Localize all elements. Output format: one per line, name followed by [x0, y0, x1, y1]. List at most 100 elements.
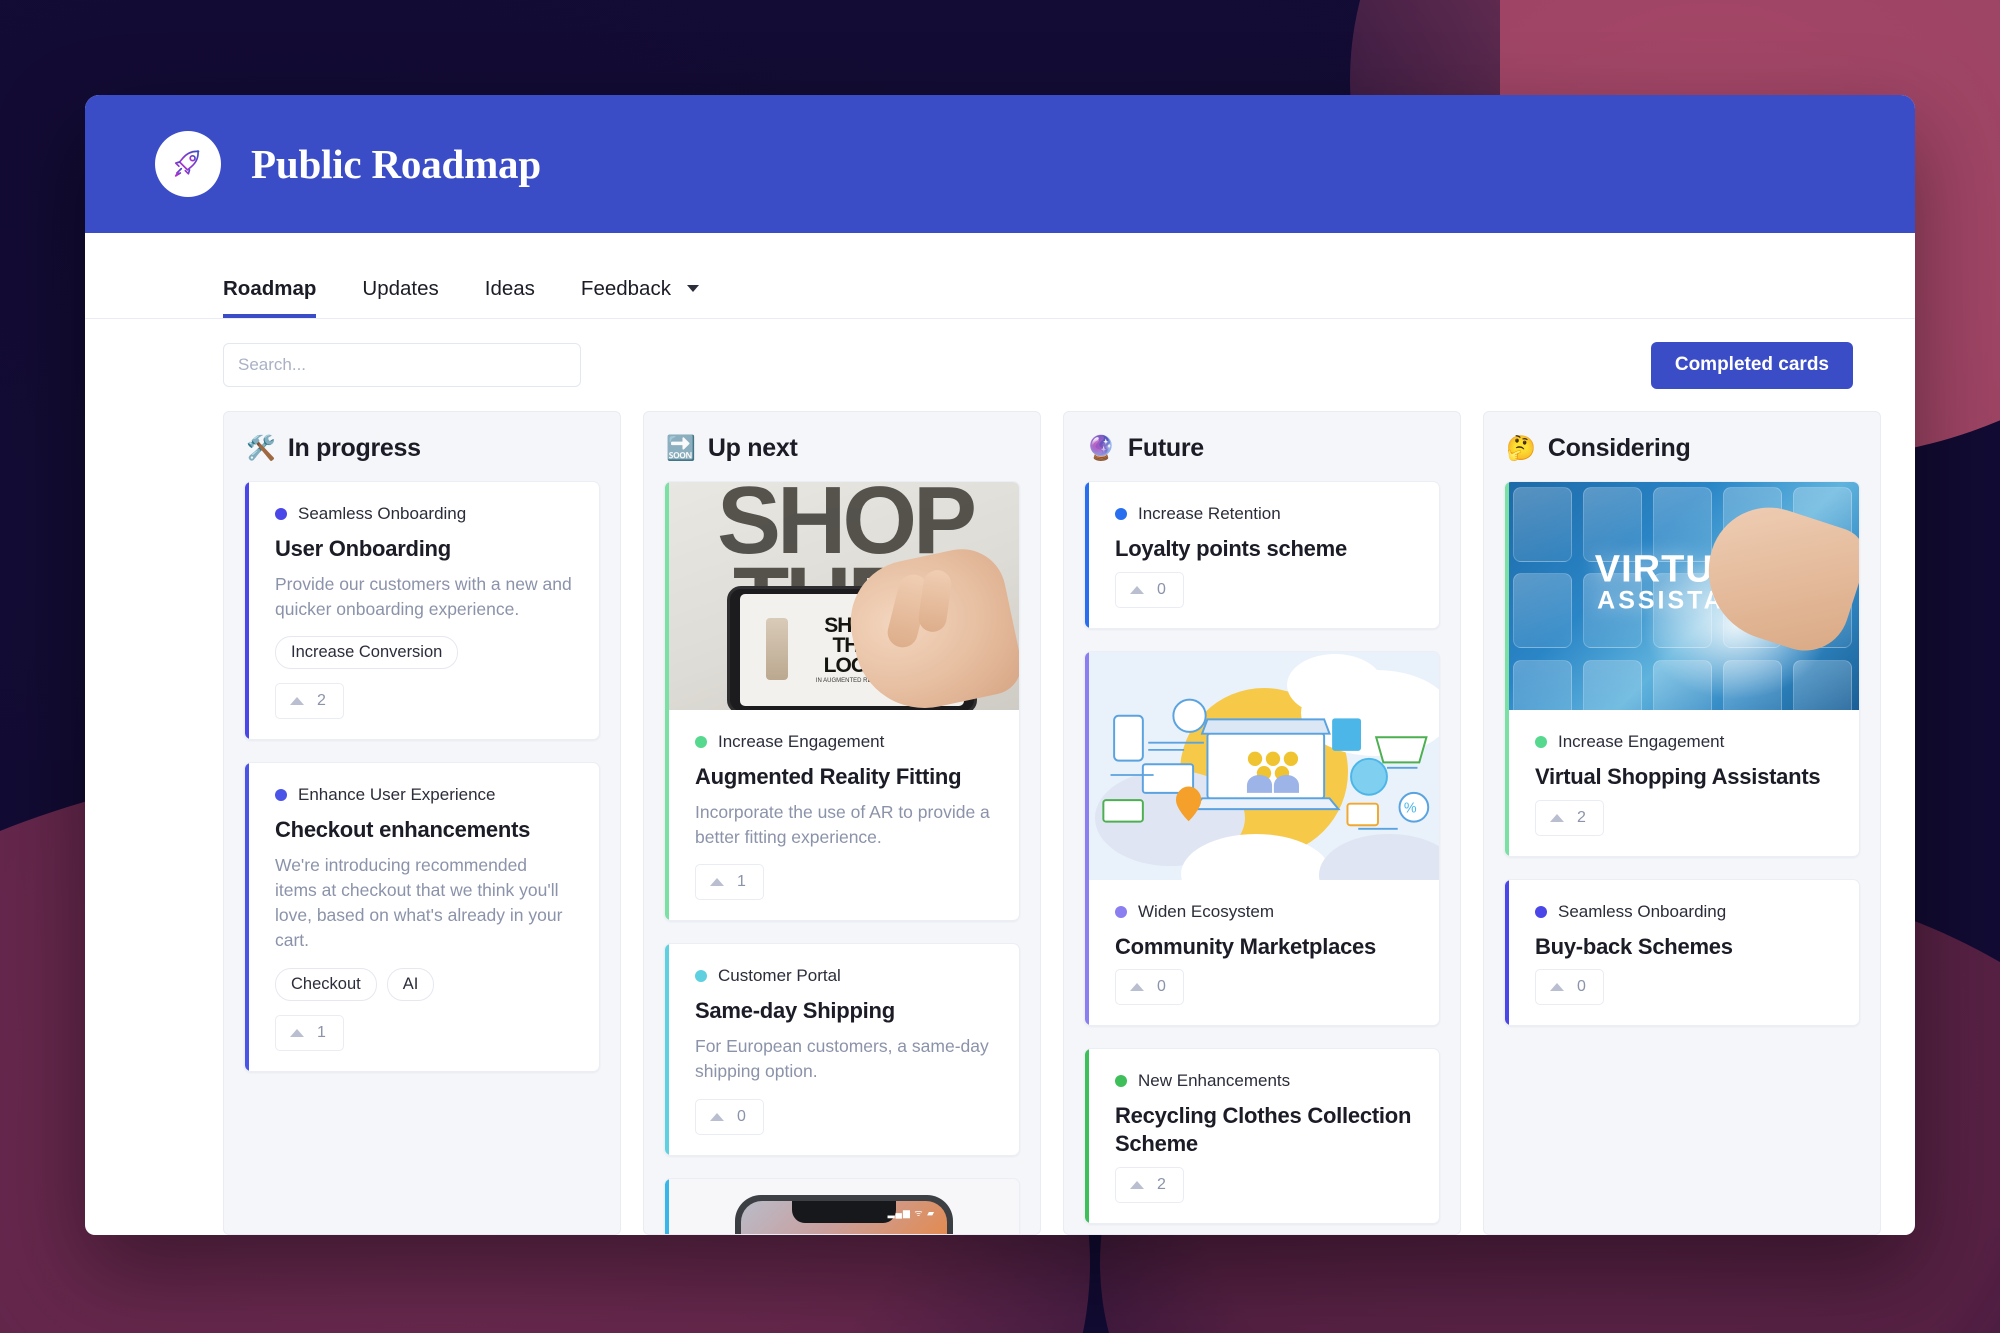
- category-label: Widen Ecosystem: [1138, 901, 1275, 921]
- category-label: Increase Retention: [1138, 504, 1281, 523]
- page-title: Public Roadmap: [251, 141, 541, 187]
- column-header: 🤔 Considering: [1484, 412, 1880, 475]
- upvote-button[interactable]: 0: [1115, 571, 1184, 608]
- category-dot-icon: [1115, 1075, 1127, 1088]
- card-tag[interactable]: AI: [386, 967, 435, 1001]
- card-category: Increase Engagement: [695, 732, 993, 752]
- board-column: 🤔 Considering VIRTUAL ASSISTANT Increase …: [1483, 411, 1881, 1235]
- upvote-arrow-icon: [1130, 983, 1144, 992]
- upvote-button[interactable]: 1: [275, 1014, 344, 1051]
- category-label: Increase Engagement: [718, 732, 885, 751]
- tab-updates-label: Updates: [362, 277, 439, 300]
- card-image-shop-the-look: SHOP THE SHOPTHELOOK IN AUGMENTED REALIT…: [669, 482, 1019, 710]
- card-category: Increase Engagement: [1535, 732, 1833, 752]
- tab-roadmap-label: Roadmap: [223, 277, 317, 300]
- card-title: Buy-back Schemes: [1535, 933, 1733, 959]
- main-nav: Roadmap Updates Ideas Feedback: [85, 233, 1915, 319]
- card-description: Provide our customers with a new and qui…: [275, 573, 572, 619]
- category-label: Seamless Onboarding: [1558, 901, 1727, 921]
- roadmap-card[interactable]: Increase Retention Loyalty points scheme…: [1084, 481, 1440, 629]
- category-dot-icon: [1115, 905, 1127, 918]
- roadmap-card[interactable]: VIRTUAL ASSISTANT Increase Engagement Vir…: [1504, 481, 1860, 857]
- card-body: Increase Engagement Augmented Reality Fi…: [665, 710, 1019, 920]
- upvote-count: 1: [737, 873, 746, 891]
- card-body: Seamless Onboarding User Onboarding Provi…: [245, 482, 599, 739]
- search-input[interactable]: [223, 343, 581, 387]
- card-description: We're introducing recommended items at c…: [275, 855, 563, 950]
- tab-ideas[interactable]: Ideas: [485, 277, 535, 318]
- upvote-arrow-icon: [1550, 983, 1564, 992]
- card-tag[interactable]: Checkout: [275, 967, 377, 1001]
- card-tag[interactable]: Increase Conversion: [275, 636, 459, 670]
- category-dot-icon: [695, 970, 707, 983]
- card-body: Enhance User Experience Checkout enhance…: [245, 763, 599, 1070]
- board-column: 🔜 Up next SHOP THE SHOPTHELOOK IN AUGMEN…: [643, 411, 1041, 1235]
- upvote-button[interactable]: 2: [1115, 1166, 1184, 1203]
- tab-updates[interactable]: Updates: [362, 277, 438, 318]
- card-tags: Increase Conversion: [275, 636, 573, 670]
- category-label: Enhance User Experience: [298, 785, 496, 805]
- upvote-arrow-icon: [710, 878, 724, 887]
- tab-feedback[interactable]: Feedback: [581, 277, 699, 318]
- card-description: Incorporate the use of AR to provide a b…: [695, 801, 990, 847]
- card-category: Customer Portal: [695, 966, 993, 986]
- roadmap-card[interactable]: Seamless Onboarding User Onboarding Provi…: [244, 481, 600, 741]
- upvote-count: 0: [1157, 580, 1166, 598]
- board-column: 🛠️ In progress Seamless Onboarding User …: [223, 411, 621, 1235]
- card-body: New Enhancements Recycling Clothes Colle…: [1085, 1049, 1439, 1222]
- card-image-iphone-lockscreen: ▂▄▆ ᯤ ▰ 🔒 9:41 Wednesday, August 12 MESS…: [669, 1178, 1019, 1234]
- completed-cards-button[interactable]: Completed cards: [1650, 341, 1853, 389]
- roadmap-card[interactable]: Customer Portal Same-day Shipping For Eur…: [664, 943, 1020, 1156]
- roadmap-card[interactable]: Enhance User Experience Checkout enhance…: [244, 762, 600, 1072]
- roadmap-card[interactable]: ▂▄▆ ᯤ ▰ 🔒 9:41 Wednesday, August 12 MESS…: [664, 1177, 1020, 1234]
- upvote-button[interactable]: 0: [695, 1098, 764, 1135]
- tab-feedback-label: Feedback: [580, 277, 671, 300]
- app-header: Public Roadmap: [85, 95, 1915, 233]
- card-title: Loyalty points scheme: [1115, 536, 1347, 561]
- tab-roadmap[interactable]: Roadmap: [223, 277, 317, 318]
- board-column: 🔮 Future Increase Retention Loyalty poin…: [1063, 411, 1461, 1235]
- column-title: In progress: [287, 434, 421, 462]
- category-dot-icon: [275, 508, 287, 520]
- category-dot-icon: [1115, 508, 1127, 520]
- upvote-count: 2: [317, 692, 326, 710]
- roadmap-board: 🛠️ In progress Seamless Onboarding User …: [85, 411, 1915, 1235]
- upvote-count: 0: [1157, 978, 1166, 996]
- roadmap-card[interactable]: SHOP THE SHOPTHELOOK IN AUGMENTED REALIT…: [664, 481, 1020, 922]
- category-dot-icon: [695, 736, 707, 748]
- card-accent-bar: [245, 482, 249, 740]
- card-category: New Enhancements: [1115, 1071, 1413, 1091]
- chevron-down-icon[interactable]: [686, 284, 699, 292]
- card-tags: Checkout AI: [275, 967, 573, 1001]
- upvote-arrow-icon: [290, 697, 304, 706]
- column-header: 🛠️ In progress: [224, 412, 620, 475]
- board-toolbar: Completed cards: [85, 319, 1915, 411]
- roadmap-card[interactable]: Seamless Onboarding Buy-back Schemes 0: [1504, 878, 1860, 1027]
- card-category: Widen Ecosystem: [1115, 902, 1413, 922]
- card-title: Virtual Shopping Assistants: [1535, 764, 1821, 789]
- category-label: Seamless Onboarding: [298, 504, 467, 523]
- upvote-count: 0: [1577, 978, 1586, 996]
- column-card-list: SHOP THE SHOPTHELOOK IN AUGMENTED REALIT…: [644, 475, 1040, 1234]
- category-label: Increase Engagement: [1558, 732, 1725, 751]
- upvote-button[interactable]: 1: [695, 864, 764, 901]
- card-title: Augmented Reality Fitting: [695, 764, 962, 789]
- upvote-arrow-icon: [290, 1028, 304, 1037]
- upvote-button[interactable]: 2: [275, 683, 344, 720]
- roadmap-card[interactable]: % Widen Ecosystem Community Marketplaces…: [1084, 650, 1440, 1027]
- upvote-button[interactable]: 2: [1535, 799, 1604, 836]
- roadmap-card[interactable]: New Enhancements Recycling Clothes Colle…: [1084, 1048, 1440, 1224]
- upvote-button[interactable]: 0: [1115, 969, 1184, 1006]
- upvote-button[interactable]: 0: [1535, 969, 1604, 1006]
- rocket-icon: [155, 131, 221, 197]
- column-title: Considering: [1547, 434, 1691, 462]
- column-card-list: VIRTUAL ASSISTANT Increase Engagement Vir…: [1484, 475, 1880, 1068]
- card-body: Seamless Onboarding Buy-back Schemes 0: [1505, 880, 1859, 1026]
- card-description: For European customers, a same-day shipp…: [695, 1036, 989, 1081]
- category-dot-icon: [275, 789, 287, 802]
- upvote-count: 0: [737, 1107, 746, 1125]
- category-dot-icon: [1535, 736, 1547, 748]
- category-label: Customer Portal: [718, 966, 841, 986]
- card-title: User Onboarding: [275, 536, 451, 561]
- soon-arrow-icon: 🔜: [666, 434, 696, 462]
